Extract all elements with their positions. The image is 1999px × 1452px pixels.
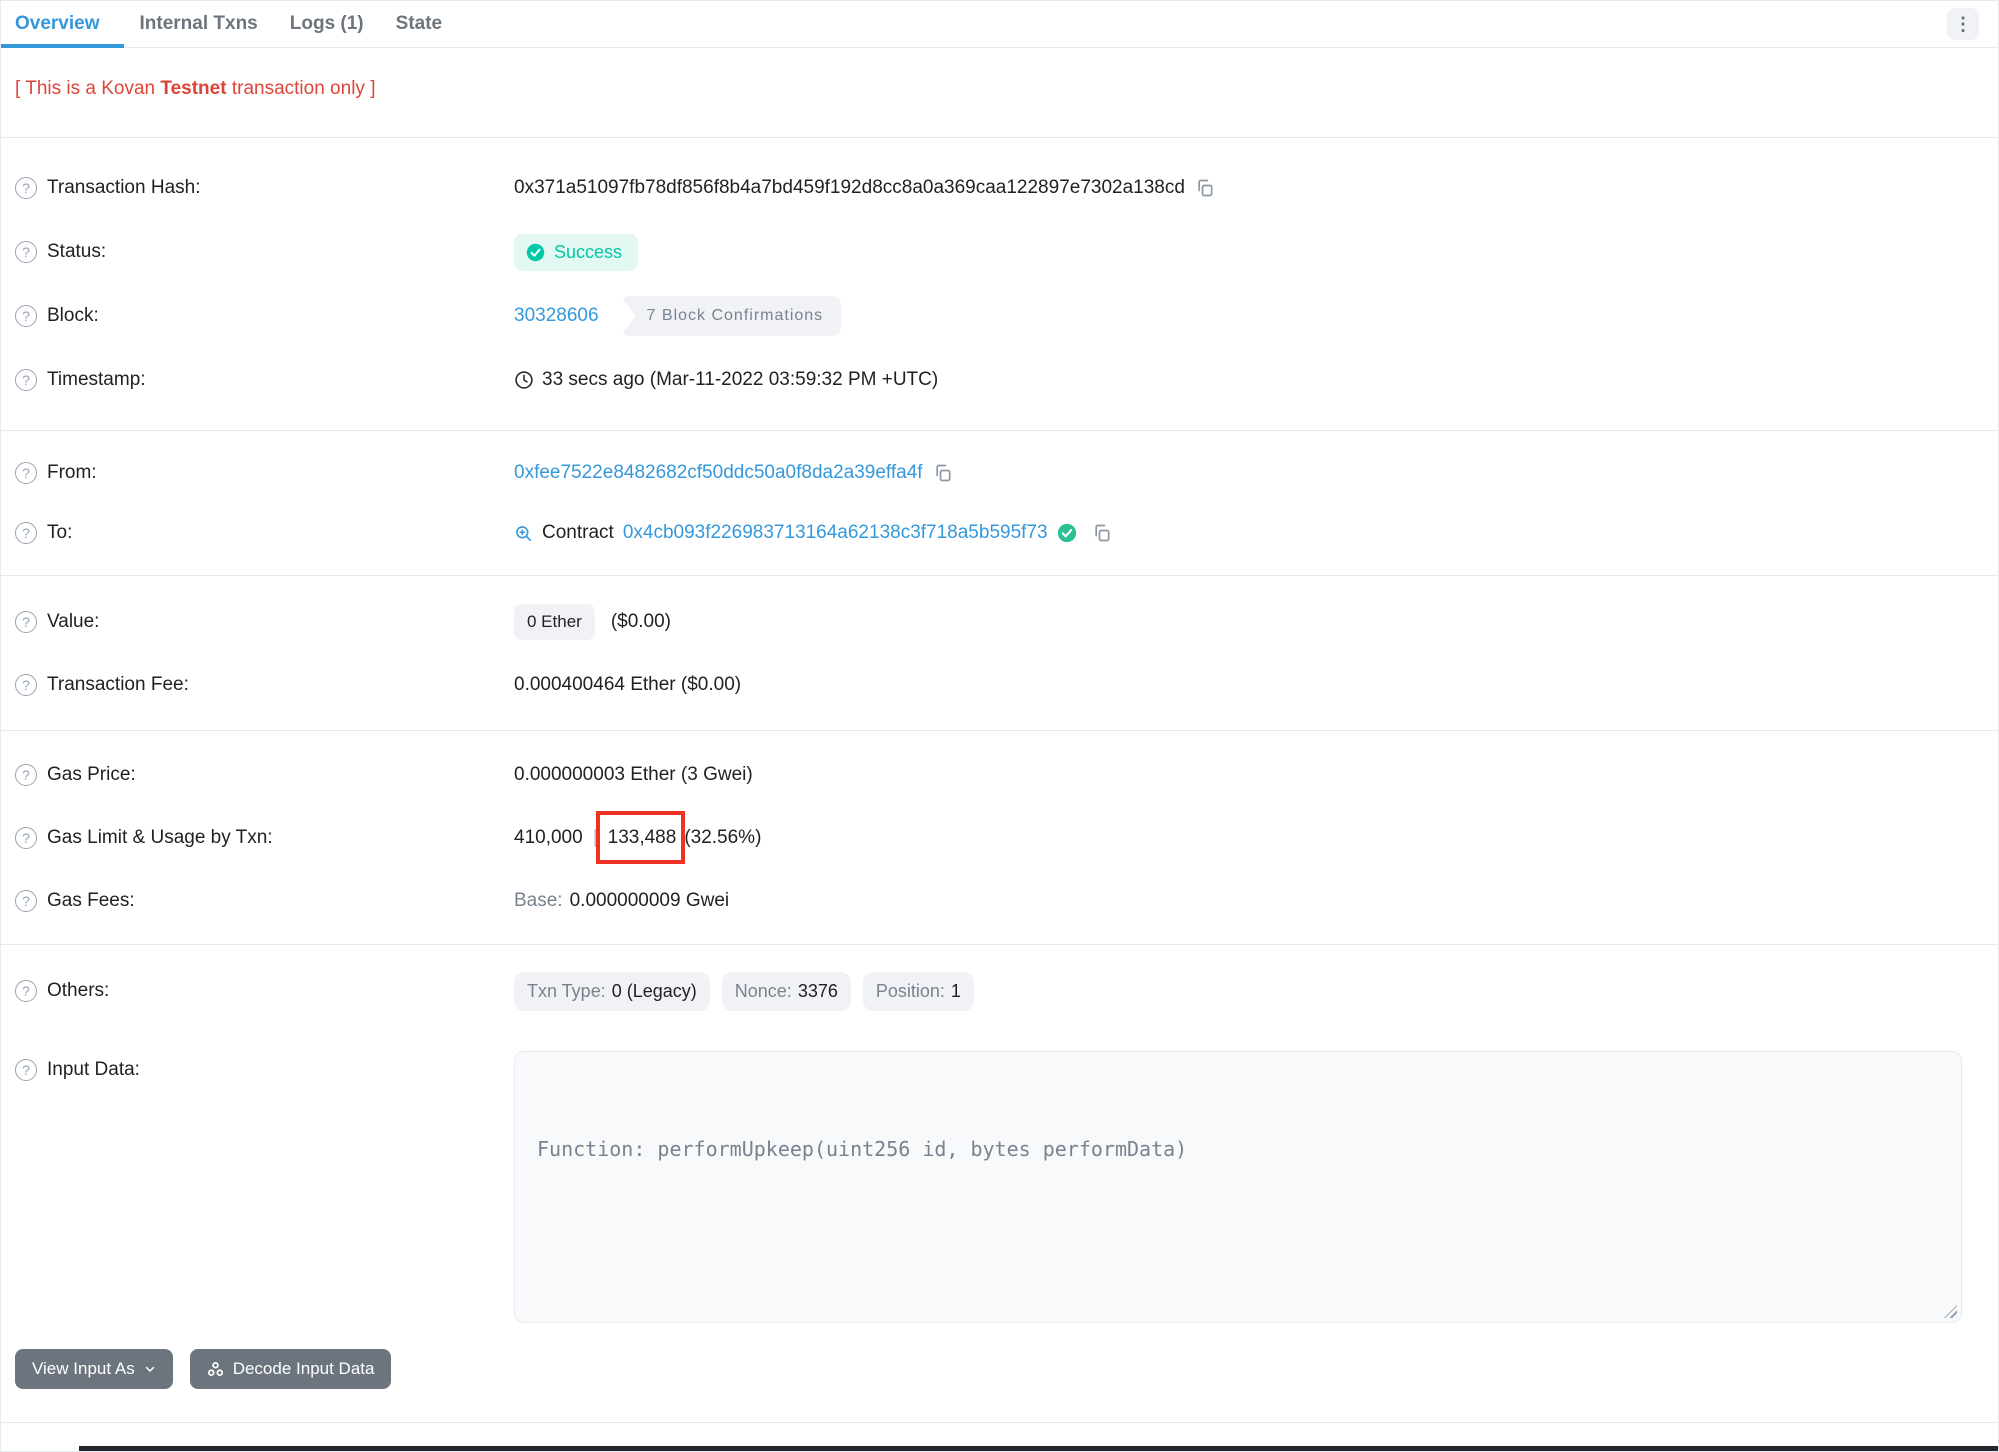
zoom-in-icon[interactable] [514, 524, 533, 543]
section-gas: ? Gas Price: 0.000000003 Ether (3 Gwei) … [1, 731, 1998, 945]
block-confirmations-badge: 7 Block Confirmations [620, 296, 842, 336]
decode-icon [207, 1361, 223, 1376]
help-icon[interactable]: ? [15, 763, 37, 786]
status-label: Status: [47, 241, 107, 262]
section-hash-status-block-time: ? Transaction Hash: 0x371a51097fb78df856… [1, 138, 1998, 431]
testnet-notice: [ This is a Kovan Testnet transaction on… [1, 48, 1998, 138]
timestamp-label: Timestamp: [47, 369, 146, 390]
row-status: ? Status: Success [1, 220, 1998, 284]
gas-base-value: 0.000000009 Gwei [569, 889, 730, 911]
help-icon[interactable]: ? [15, 305, 37, 327]
row-from: ? From: 0xfee7522e8482682cf50ddc50a0f8da… [1, 443, 1998, 503]
kebab-icon: ⋮ [1954, 14, 1972, 34]
nonce-badge: Nonce: 3376 [721, 971, 851, 1011]
block-label: Block: [47, 305, 99, 326]
help-icon[interactable]: ? [15, 177, 37, 199]
tab-logs[interactable]: Logs (1) [274, 1, 380, 47]
ether-value-badge: 0 Ether [514, 603, 595, 640]
copy-icon[interactable] [1092, 523, 1112, 543]
help-icon[interactable]: ? [15, 673, 37, 696]
row-value: ? Value: 0 Ether ($0.00) [1, 590, 1998, 653]
section-value-fee: ? Value: 0 Ether ($0.00) ? Transaction F… [1, 576, 1998, 731]
section-from-to: ? From: 0xfee7522e8482682cf50ddc50a0f8da… [1, 431, 1998, 576]
tab-state[interactable]: State [380, 1, 458, 47]
status-badge: Success [514, 233, 639, 271]
transaction-overview-card: Overview Internal Txns Logs (1) State ⋮ … [0, 0, 1999, 1452]
bottom-dark-bar [79, 1446, 1998, 1451]
help-icon[interactable]: ? [15, 826, 37, 849]
to-address-link[interactable]: 0x4cb093f226983713164a62138c3f718a5b595f… [623, 522, 1048, 544]
help-icon[interactable]: ? [15, 1059, 37, 1081]
gas-separator: | [592, 826, 598, 848]
gas-base-label: Base: [514, 889, 563, 911]
usd-value: ($0.00) [610, 610, 672, 632]
to-label: To: [47, 522, 73, 543]
kebab-menu-button[interactable]: ⋮ [1947, 8, 1979, 40]
input-data-buttons: View Input As Decode Input Data [1, 1349, 1998, 1389]
value-label: Value: [47, 610, 100, 632]
view-input-as-button[interactable]: View Input As [15, 1349, 173, 1389]
help-icon[interactable]: ? [15, 980, 37, 1002]
gas-limit-label: Gas Limit & Usage by Txn: [47, 826, 273, 848]
help-icon[interactable]: ? [15, 522, 37, 544]
position-badge: Position: 1 [862, 971, 974, 1011]
from-label: From: [47, 462, 97, 483]
transaction-hash-value: 0x371a51097fb78df856f8b4a7bd459f192d8cc8… [514, 177, 1185, 198]
input-function-line: Function: performUpkeep(uint256 id, byte… [537, 1137, 1188, 1161]
row-to: ? To: Contract 0x4cb093f226983713164a621… [1, 503, 1998, 563]
help-icon[interactable]: ? [15, 610, 37, 633]
to-contract-prefix: Contract [542, 522, 614, 543]
row-others: ? Others: Txn Type: 0 (Legacy) Nonce: 33… [1, 959, 1998, 1023]
input-method-line: MethodID: 0x7bbaf1ea [537, 1320, 1941, 1322]
transaction-fee-value: 0.000400464 Ether ($0.00) [514, 673, 742, 695]
gas-used-percent: (32.56%) [684, 826, 762, 848]
gas-price-label: Gas Price: [47, 763, 136, 785]
decode-input-data-button[interactable]: Decode Input Data [189, 1349, 392, 1389]
txn-type-badge: Txn Type: 0 (Legacy) [514, 971, 710, 1011]
help-icon[interactable]: ? [15, 369, 37, 391]
clock-icon [515, 371, 533, 389]
tab-internal-txns[interactable]: Internal Txns [124, 1, 274, 47]
resize-handle[interactable] [1944, 1305, 1957, 1318]
verified-check-icon [1057, 523, 1076, 543]
timestamp-value: 33 secs ago (Mar-11-2022 03:59:32 PM +UT… [542, 369, 939, 390]
input-blank-line [537, 1227, 1941, 1258]
section-others-input: ? Others: Txn Type: 0 (Legacy) Nonce: 33… [1, 945, 1998, 1423]
gas-fees-label: Gas Fees: [47, 889, 135, 911]
row-gas-price: ? Gas Price: 0.000000003 Ether (3 Gwei) [1, 743, 1998, 806]
row-timestamp: ? Timestamp: 33 secs ago (Mar-11-2022 03… [1, 348, 1998, 412]
check-circle-icon [526, 243, 545, 261]
help-icon[interactable]: ? [15, 889, 37, 912]
from-address-link[interactable]: 0xfee7522e8482682cf50ddc50a0f8da2a39effa… [514, 462, 923, 484]
row-transaction-fee: ? Transaction Fee: 0.000400464 Ether ($0… [1, 653, 1998, 716]
transaction-fee-label: Transaction Fee: [47, 673, 189, 695]
tab-overview[interactable]: Overview [1, 1, 124, 48]
gas-used-value: 133,488 [595, 810, 686, 864]
input-data-textarea[interactable]: Function: performUpkeep(uint256 id, byte… [514, 1051, 1962, 1323]
row-gas-limit-usage: ? Gas Limit & Usage by Txn: 410,000 | 13… [1, 806, 1998, 869]
tab-spacer [458, 1, 1947, 47]
copy-icon[interactable] [1195, 178, 1215, 198]
block-number-link[interactable]: 30328606 [514, 305, 599, 327]
gas-limit-value: 410,000 [514, 826, 583, 848]
help-icon[interactable]: ? [15, 241, 37, 263]
transaction-hash-label: Transaction Hash: [47, 177, 201, 198]
row-transaction-hash: ? Transaction Hash: 0x371a51097fb78df856… [1, 156, 1998, 220]
row-gas-fees: ? Gas Fees: Base: 0.000000009 Gwei [1, 869, 1998, 932]
input-data-label: Input Data: [47, 1059, 140, 1080]
chevron-down-icon [145, 1366, 154, 1372]
row-input-data: ? Input Data: Function: performUpkeep(ui… [1, 1051, 1998, 1323]
gas-price-value: 0.000000003 Ether (3 Gwei) [514, 763, 753, 785]
others-label: Others: [47, 980, 110, 1001]
help-icon[interactable]: ? [15, 462, 37, 484]
tab-bar: Overview Internal Txns Logs (1) State ⋮ [1, 1, 1998, 48]
row-block: ? Block: 30328606 7 Block Confirmations [1, 284, 1998, 348]
copy-icon[interactable] [933, 463, 953, 483]
